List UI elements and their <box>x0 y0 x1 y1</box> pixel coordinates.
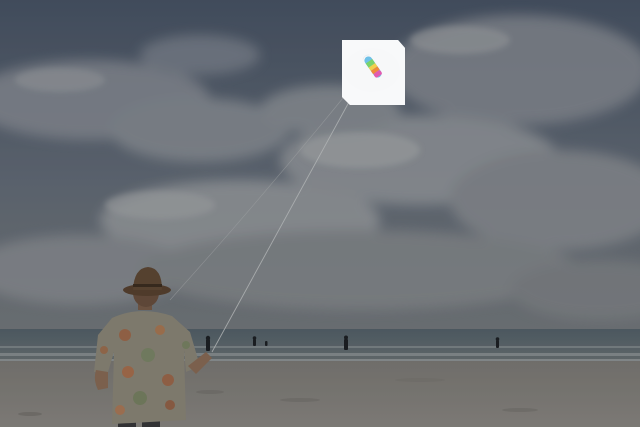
dim-overlay <box>0 0 640 427</box>
photo-canvas <box>0 0 640 427</box>
kite-highlight-top <box>342 40 405 105</box>
beach-photo <box>0 0 640 427</box>
